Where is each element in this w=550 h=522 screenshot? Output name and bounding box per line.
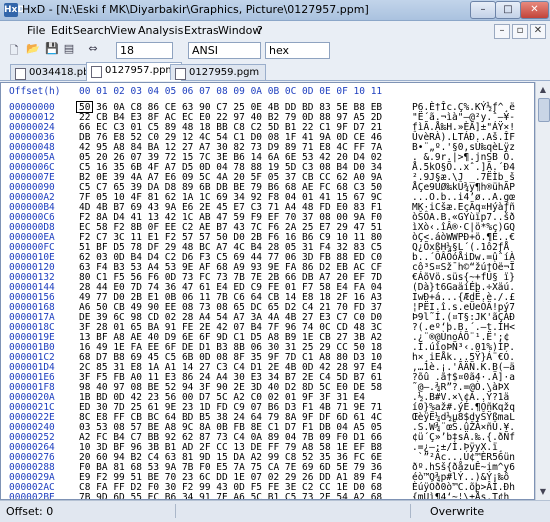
bytes-per-row-select[interactable]: 18: [116, 42, 173, 59]
tab-label: 0127959.pgm: [189, 67, 260, 78]
offset-base-select[interactable]: hex: [265, 42, 330, 59]
new-file-icon[interactable]: 🗋: [6, 42, 22, 58]
scroll-up-icon[interactable]: ▲: [537, 83, 549, 96]
document-tabs: 0034418.pbm 0127957.ppm 0127959.pgm: [0, 61, 550, 81]
save-all-icon[interactable]: ▤: [61, 42, 77, 58]
vertical-scrollbar[interactable]: ▲ ▼: [535, 82, 550, 500]
hex-editor[interactable]: Offset(h) 00 01 02 03 04 05 06 07 08 09 …: [0, 82, 535, 500]
mdi-restore-button[interactable]: ▫: [512, 24, 528, 39]
status-offset: Offset: 0: [6, 505, 54, 518]
mdi-minimize-button[interactable]: –: [494, 24, 510, 39]
menu-view[interactable]: View: [110, 24, 136, 37]
status-divider: [410, 504, 411, 518]
charset-select[interactable]: ANSI: [188, 42, 261, 59]
row-offset: 000002BE: [9, 492, 55, 500]
close-button[interactable]: ✕: [520, 1, 549, 19]
mdi-controls: – ▫ ✕: [492, 24, 546, 39]
file-icon: [15, 68, 26, 80]
status-bar: Offset: 0 Overwrite: [0, 500, 550, 522]
mdi-close-button[interactable]: ✕: [530, 24, 546, 39]
columns-icon[interactable]: ⇔: [85, 42, 101, 58]
menu-edit[interactable]: Edit: [51, 24, 72, 37]
file-icon: [91, 66, 102, 78]
maximize-button[interactable]: □: [495, 1, 521, 19]
status-mode: Overwrite: [430, 505, 485, 518]
menu-analysis[interactable]: Analysis: [138, 24, 183, 37]
minimize-button[interactable]: –: [470, 1, 496, 19]
menu-help[interactable]: ?: [257, 24, 263, 37]
hxd-window: HxD HxD - [N:\Eski f MK\Diyarbakir\Graph…: [0, 0, 550, 522]
scroll-thumb[interactable]: [538, 98, 550, 122]
open-folder-icon[interactable]: 📂: [25, 42, 41, 58]
column-header: 00 01 02 03 04 05 06 07 08 09 0A 0B 0C 0…: [79, 86, 383, 97]
status-divider: [175, 504, 176, 518]
tab-0127959[interactable]: 0127959.pgm: [170, 64, 267, 80]
menu-bar: File Edit Search View Analysis Extras Wi…: [0, 21, 550, 40]
hex-row[interactable]: 000002BE 7B 9D 6D 55 EC B6 34 91 7E A6 5C…: [1, 492, 534, 500]
row-text[interactable]: {mUì¶4‘~¦\±Ås.T¢h: [412, 492, 509, 499]
menu-file[interactable]: File: [27, 24, 45, 37]
menu-search[interactable]: Search: [73, 24, 111, 37]
row-hex-bytes[interactable]: 7B 9D 6D 55 EC B6 34 91 7E A6 5C B1 C5 7…: [79, 492, 382, 499]
menu-extras[interactable]: Extras: [184, 24, 219, 37]
save-icon[interactable]: 💾: [44, 42, 60, 58]
scroll-down-icon[interactable]: ▼: [537, 485, 549, 498]
app-icon: HxD: [4, 3, 25, 17]
file-icon: [175, 68, 186, 80]
offset-header: Offset(h): [9, 86, 61, 97]
window-title: HxD - [N:\Eski f MK\Diyarbakir\Graphics,…: [22, 3, 369, 16]
toolbar: 🗋 📂 💾 ▤ ⇔ 18 ANSI hex: [0, 41, 550, 60]
tab-label: 0127957.ppm: [105, 65, 176, 76]
menu-window[interactable]: Window: [218, 24, 261, 37]
title-bar[interactable]: HxD HxD - [N:\Eski f MK\Diyarbakir\Graph…: [0, 0, 550, 21]
tab-0127957[interactable]: 0127957.ppm: [86, 62, 183, 81]
